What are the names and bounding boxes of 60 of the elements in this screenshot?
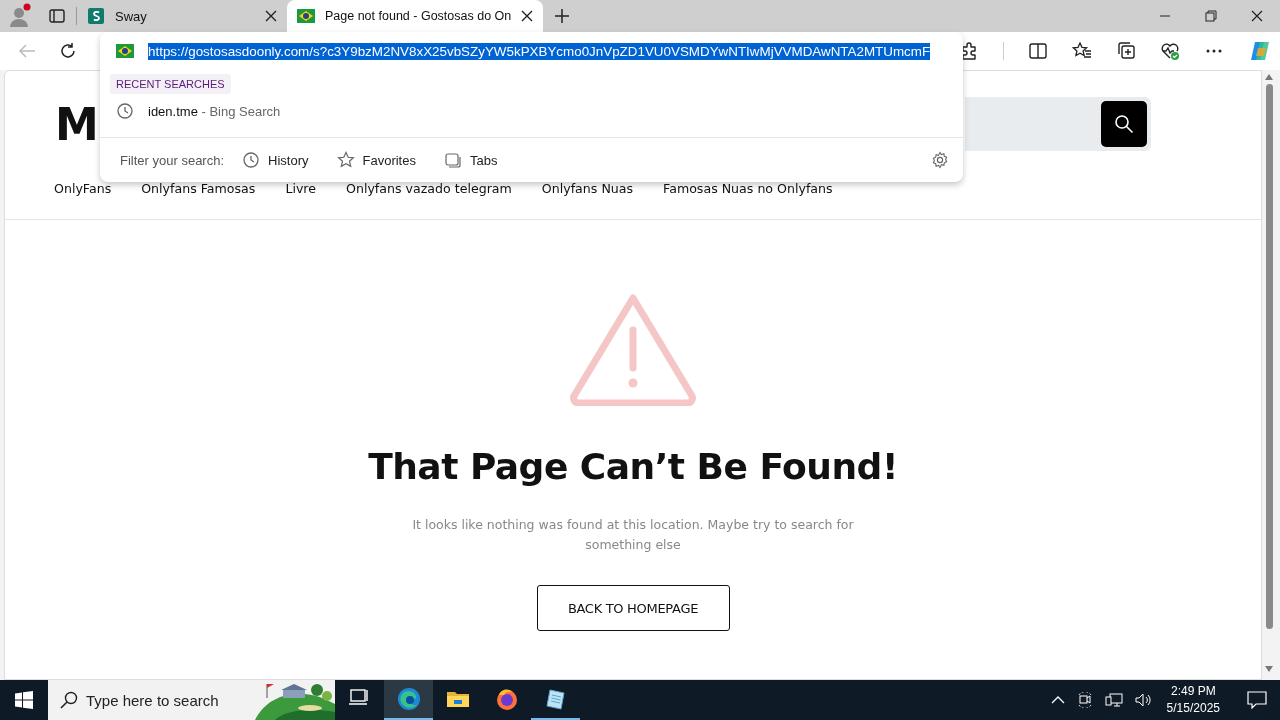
tabs-icon	[443, 151, 462, 169]
copilot-icon[interactable]	[1248, 39, 1272, 63]
heart-pulse-icon[interactable]	[1160, 41, 1180, 61]
browser-tab[interactable]: Sway	[77, 0, 287, 32]
network-icon[interactable]	[1104, 692, 1123, 708]
error-heading: That Page Can’t Be Found!	[368, 446, 898, 487]
filter-button[interactable]: History	[242, 151, 309, 169]
meet-icon[interactable]	[1076, 692, 1093, 708]
error-message: It looks like nothing was found at this location. Maybe try to search for something else	[411, 516, 855, 554]
scrollbar-thumb[interactable]	[1265, 84, 1273, 629]
section-heading: RECENT SEARCHES	[110, 74, 231, 94]
flag-icon	[116, 43, 134, 59]
address-field[interactable]: https://gostosasdoonly.com/s?c3Y9bzM2NV8xX25vbSZyYW5kPXBYcmo0JnVpZD1VU0VSMDYwNTIwMjVVMDAwNTA2MTUmcmF	[148, 42, 931, 60]
nav-link[interactable]: Famosas Nuas no Onlyfans	[663, 181, 833, 196]
nav-link[interactable]: OnlyFans	[54, 181, 112, 196]
search-bar[interactable]: Type here to search	[48, 680, 335, 720]
restore-icon[interactable]	[1205, 10, 1217, 22]
favorites-icon[interactable]	[1072, 41, 1092, 61]
homepage-button[interactable]: BACK TO HOMEPAGE	[536, 585, 730, 631]
start-icon[interactable]	[15, 691, 33, 709]
site-logo[interactable]: M	[55, 98, 97, 150]
browser-tab[interactable]: Page not found - Gostosas do On	[287, 0, 544, 32]
filter-button[interactable]: Favorites	[336, 151, 416, 169]
browser-icon	[396, 687, 421, 711]
flag-icon	[297, 8, 315, 24]
collections-icon[interactable]	[1116, 41, 1136, 61]
nav-link[interactable]: Onlyfans vazado telegram	[346, 181, 512, 196]
scroll-down-icon[interactable]	[1265, 666, 1273, 672]
search-button[interactable]	[1101, 101, 1147, 147]
close-icon[interactable]	[265, 10, 277, 22]
tab-actions-icon[interactable]	[49, 8, 65, 24]
scroll-up-icon[interactable]	[1265, 74, 1273, 80]
filter-label: Filter your search:	[120, 152, 225, 168]
notepad-icon	[543, 687, 568, 711]
search-field[interactable]: Type here to search	[78, 680, 255, 720]
new-tab-icon[interactable]	[554, 8, 571, 24]
settings-icon[interactable]	[931, 151, 949, 169]
nav-link[interactable]: Onlyfans Famosas	[141, 181, 256, 196]
volume-icon[interactable]	[1134, 692, 1153, 708]
favorites-icon	[336, 151, 355, 169]
search-field[interactable]	[965, 97, 1151, 151]
clock[interactable]: 2:49 PM 5/15/2025	[1166, 683, 1220, 717]
history-icon	[116, 102, 134, 120]
filter-button[interactable]: Tabs	[443, 151, 498, 169]
recent-search-item[interactable]: iden.tme - Bing Search	[148, 103, 281, 119]
search-icon	[1114, 114, 1134, 134]
history-icon	[242, 151, 261, 169]
chevron-up-icon[interactable]	[1050, 695, 1065, 705]
refresh-icon[interactable]	[59, 42, 77, 60]
close-icon[interactable]	[521, 10, 534, 22]
split-screen-icon[interactable]	[1028, 41, 1048, 61]
taskbar-app[interactable]	[384, 680, 433, 720]
fox-browser-icon	[494, 687, 519, 711]
notification-icon[interactable]	[1247, 691, 1267, 709]
nav-link[interactable]: Onlyfans Nuas	[541, 181, 634, 196]
warning-icon	[568, 292, 698, 406]
nav-link[interactable]: Livre	[285, 181, 316, 196]
close-icon[interactable]	[1251, 10, 1263, 22]
sway-icon	[87, 7, 105, 25]
search-icon	[60, 691, 78, 709]
